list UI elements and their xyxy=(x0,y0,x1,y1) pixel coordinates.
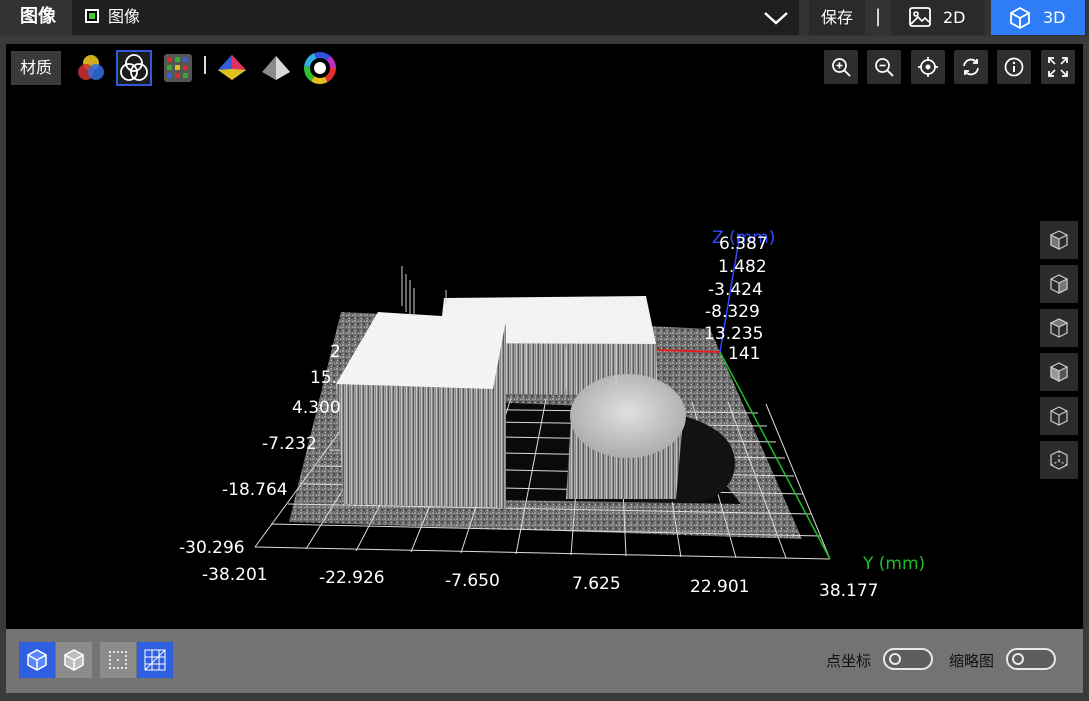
z-tick-label: -8.329 xyxy=(705,302,760,322)
thumbnail-label: 缩略图 xyxy=(949,652,995,670)
cylinder-top xyxy=(570,374,686,458)
reset-rotation-icon xyxy=(963,58,979,76)
page-title: 图像 xyxy=(20,6,56,27)
zoom-out-button[interactable] xyxy=(867,50,901,84)
zoom-in-button[interactable] xyxy=(824,50,858,84)
solid-view-button[interactable] xyxy=(19,642,55,678)
zoom-out-icon xyxy=(875,58,894,77)
wire-view-button[interactable] xyxy=(56,642,92,678)
view-top-button[interactable] xyxy=(1040,397,1078,435)
cube-icon xyxy=(1010,7,1030,29)
point-coord-toggle[interactable] xyxy=(883,648,933,670)
view-right-icon xyxy=(1050,362,1068,382)
y-tick-label: -38.201 xyxy=(202,565,268,585)
z-tick-label: -3.424 xyxy=(708,280,763,300)
x-tick-label: 4.300 xyxy=(292,398,341,418)
save-button[interactable]: 保存 xyxy=(809,0,865,35)
view-top-icon xyxy=(1050,406,1068,426)
y-tick-label: 7.625 xyxy=(572,574,621,594)
z-tick-label: 141 xyxy=(728,344,761,364)
y-tick-label: -7.650 xyxy=(445,571,500,591)
info-button[interactable] xyxy=(997,50,1031,84)
x-tick-label: 2 xyxy=(330,342,341,362)
z-tick-label: 13.235 xyxy=(704,324,764,344)
x-tick-label: -18.764 xyxy=(222,480,288,500)
material-button[interactable]: 材质 xyxy=(11,51,61,85)
3d-viewport[interactable]: Z (mm) 6.387 1.482 -3.424 -8.329 13.235 … xyxy=(6,44,1083,629)
z-tick-label: 6.387 xyxy=(719,234,768,254)
view-3d-label: 3D xyxy=(1043,8,1066,27)
wire-cube-icon xyxy=(64,649,84,671)
dot-grid-icon xyxy=(109,651,127,669)
image-visible-checkbox[interactable] xyxy=(85,9,99,23)
view-3d-button[interactable]: 3D xyxy=(991,0,1085,35)
x-tick-label: -30.296 xyxy=(179,538,245,558)
gray-shading-icon[interactable] xyxy=(260,52,292,84)
image-source-label: 图像 xyxy=(108,7,141,26)
x-tick-label: -7.232 xyxy=(262,434,317,454)
y-axis-title: Y (mm) xyxy=(863,554,926,574)
info-icon xyxy=(1004,57,1024,77)
rgb-channels-icon[interactable] xyxy=(75,52,107,84)
toolbar-divider xyxy=(204,56,206,74)
view-left-icon xyxy=(1049,318,1069,338)
view-back-button[interactable] xyxy=(1040,265,1078,303)
locate-center-button[interactable] xyxy=(911,50,945,84)
zoom-in-icon xyxy=(832,58,851,77)
y-tick-label: 22.901 xyxy=(690,577,750,597)
bottom-bar: 点坐标 缩略图 xyxy=(6,629,1083,693)
view-bottom-button[interactable] xyxy=(1040,441,1078,479)
view-front-icon xyxy=(1050,230,1068,250)
point-cloud-render[interactable] xyxy=(6,44,1083,629)
fullscreen-icon xyxy=(1048,57,1068,77)
line-grid-icon xyxy=(144,649,166,671)
view-front-button[interactable] xyxy=(1040,221,1078,259)
y-tick-label: -22.926 xyxy=(319,568,385,588)
left-block-front xyxy=(336,384,493,507)
view-left-button[interactable] xyxy=(1040,309,1078,347)
view-2d-button[interactable]: 2D xyxy=(891,0,985,35)
fullscreen-button[interactable] xyxy=(1041,50,1075,84)
dot-grid-button[interactable] xyxy=(100,642,136,678)
reset-rotation-button[interactable] xyxy=(954,50,988,84)
point-coord-label: 点坐标 xyxy=(826,652,872,670)
color-wheel-icon[interactable] xyxy=(304,52,336,84)
thumbnail-toggle[interactable] xyxy=(1006,648,1056,670)
pseudo-color-grid-icon[interactable] xyxy=(162,52,194,84)
view-back-icon xyxy=(1050,274,1068,294)
x-tick-label: 15. xyxy=(310,368,338,388)
image-source-dropdown[interactable]: 图像 xyxy=(72,0,799,35)
y-tick-label: 38.177 xyxy=(819,581,879,601)
image-icon xyxy=(909,7,931,27)
view-2d-label: 2D xyxy=(943,8,966,27)
toolbar-divider: | xyxy=(875,6,882,27)
locate-center-icon xyxy=(918,57,938,77)
chevron-down-icon[interactable] xyxy=(763,9,789,27)
top-bar: 图像 图像 保存 | 2D 3D xyxy=(0,0,1089,36)
view-bottom-icon xyxy=(1050,450,1068,470)
z-tick-label: 1.482 xyxy=(718,257,767,277)
view-right-button[interactable] xyxy=(1040,353,1078,391)
line-grid-button[interactable] xyxy=(137,642,173,678)
grayscale-channels-icon[interactable] xyxy=(116,50,152,86)
height-color-icon[interactable] xyxy=(216,52,248,84)
solid-cube-icon xyxy=(27,649,47,671)
